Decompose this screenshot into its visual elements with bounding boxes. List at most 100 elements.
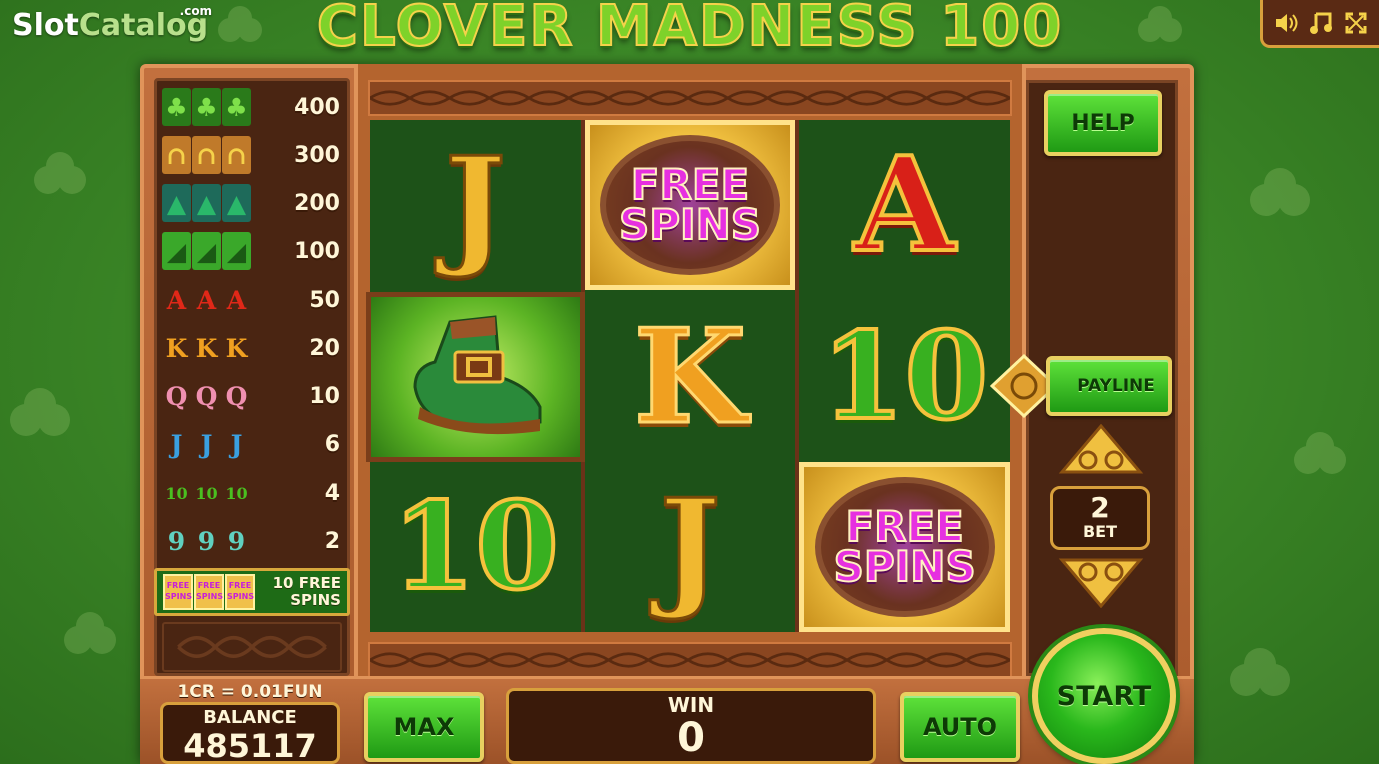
free-spins-payout: 10 FREE SPINS xyxy=(273,575,341,609)
paytable-symbol-horseshoe: ∩ xyxy=(222,136,251,174)
reel-cell xyxy=(366,292,585,462)
paytable-payout: 2 xyxy=(324,528,340,554)
reel-cell: 10 xyxy=(799,292,1010,462)
paytable-symbol-A: A xyxy=(166,285,187,315)
symbol-j: J xyxy=(443,128,507,281)
free-spins-text-line2: SPINS xyxy=(833,542,977,591)
symbol-10: 10 xyxy=(390,476,561,617)
free-spins-mini-symbol: FREE SPINS xyxy=(225,574,255,610)
win-display: WIN 0 xyxy=(506,688,876,764)
win-label: WIN xyxy=(667,693,715,717)
paytable-payout: 400 xyxy=(294,94,340,120)
free-spins-payout-line2: SPINS xyxy=(290,591,341,609)
paytable-symbol-boot: ◢ xyxy=(192,232,221,270)
paytable-symbol-K: K xyxy=(225,333,248,363)
bet-decrease-button[interactable] xyxy=(1054,552,1148,608)
paytable-symbols: AAA xyxy=(162,281,251,319)
paytable-payout: 4 xyxy=(324,480,340,506)
paytable-payout: 10 xyxy=(309,383,340,409)
start-spin-button[interactable]: START xyxy=(1032,628,1176,764)
free-spins-text-line1: FREE xyxy=(844,502,964,551)
reel-2: FREE SPINS K J xyxy=(584,120,796,632)
free-spins-mini-symbol: FREE SPINS xyxy=(163,574,193,610)
reel-cell: A xyxy=(799,120,1010,290)
speaker-icon[interactable] xyxy=(1272,9,1300,37)
max-bet-button[interactable]: MAX xyxy=(364,692,484,762)
watermark-slot: Slot xyxy=(12,8,79,43)
paytable-symbol-10: 10 xyxy=(165,483,188,503)
paytable-payout: 20 xyxy=(309,335,340,361)
payline-button[interactable]: PAYLINE xyxy=(1046,356,1172,416)
paytable-symbol-clover: ♣ xyxy=(192,88,221,126)
slotcatalog-watermark: SlotCatalog .com xyxy=(12,4,212,43)
paytable-symbol-boot: ◢ xyxy=(222,232,251,270)
paytable-symbols: 999 xyxy=(162,522,251,560)
game-title: CLOVER MADNESS 100 xyxy=(316,0,1064,60)
paytable-symbol-10: 10 xyxy=(225,483,248,503)
paytable-symbols: 10 10 10 xyxy=(162,474,251,512)
paytable-symbols: ♣ ♣ ♣ xyxy=(162,88,251,126)
free-spins-mini-symbol: FREE SPINS xyxy=(194,574,224,610)
reel-bottom-band xyxy=(368,642,1012,678)
reel-top-band xyxy=(368,80,1012,116)
paytable-symbol-Q: Q xyxy=(225,381,248,411)
autoplay-button[interactable]: AUTO xyxy=(900,692,1020,762)
paytable-symbol-9: 9 xyxy=(167,526,186,556)
symbol-j: J xyxy=(658,470,722,623)
reel-3: A 10 FREE SPINS xyxy=(799,120,1011,632)
help-button[interactable]: HELP xyxy=(1044,90,1162,156)
paytable-payout: 200 xyxy=(294,190,340,216)
paytable-symbol-leprechaun-hat: ▲ xyxy=(162,184,191,222)
paytable-row: 10 10 10 4 xyxy=(162,472,346,514)
paytable-symbol-clover: ♣ xyxy=(222,88,251,126)
free-spins-text-line2: SPINS xyxy=(618,200,762,249)
free-spins-paytable-row: FREE SPINS FREE SPINS FREE SPINS 10 FREE… xyxy=(154,568,350,616)
music-note-icon[interactable] xyxy=(1307,9,1335,37)
paytable-symbol-Q: Q xyxy=(165,381,188,411)
paytable-row: ▲ ▲ ▲ 200 xyxy=(162,182,346,224)
paytable-row: A A A 50 xyxy=(162,279,346,321)
symbol-10: 10 xyxy=(819,306,990,447)
celtic-knot-decoration xyxy=(162,622,342,672)
paytable-payout: 6 xyxy=(324,431,340,457)
reel-1: J 10 xyxy=(366,120,585,632)
fullscreen-icon[interactable] xyxy=(1342,9,1370,37)
paytable-symbol-horseshoe: ∩ xyxy=(192,136,221,174)
paytable-payout: 100 xyxy=(294,238,340,264)
balance-label: BALANCE xyxy=(203,707,297,728)
bet-increase-button[interactable] xyxy=(1054,424,1148,480)
reels-grid: J 10 FREE SPINS K J A 10 FREE SPINS xyxy=(366,120,1011,632)
paytable-row: 9992 xyxy=(162,520,346,562)
paytable-symbol-leprechaun-hat: ▲ xyxy=(222,184,251,222)
free-spins-text-line1: FREE xyxy=(630,160,750,209)
paytable-symbol-10: 10 xyxy=(195,483,218,503)
win-value: 0 xyxy=(677,715,705,761)
paytable-symbol-K: K xyxy=(195,333,218,363)
reel-cell: J xyxy=(370,120,581,290)
paytable-row: JJJ6 xyxy=(162,423,346,465)
leprechaun-boot-symbol xyxy=(413,315,542,435)
paytable-payout: 50 xyxy=(309,287,340,313)
symbol-a: A xyxy=(852,128,957,281)
free-spins-mini-symbols: FREE SPINS FREE SPINS FREE SPINS xyxy=(163,574,255,610)
credit-rate: 1CR = 0.01FUN xyxy=(177,682,323,702)
watermark-com: .com xyxy=(179,4,213,18)
paytable-symbols: ∩ ∩ ∩ xyxy=(162,136,251,174)
paytable-symbol-A: A xyxy=(196,285,217,315)
paytable-symbol-K: K xyxy=(165,333,188,363)
paytable-symbol-leprechaun-hat: ▲ xyxy=(192,184,221,222)
bet-value: 2 xyxy=(1090,491,1110,524)
paytable-payout: 300 xyxy=(294,142,340,168)
balance-value: 485117 xyxy=(183,727,317,764)
reel-cell: 10 xyxy=(370,462,581,632)
paytable-symbol-boot: ◢ xyxy=(162,232,191,270)
paytable-row: Q Q Q 10 xyxy=(162,375,346,417)
paytable-row: ∩ ∩ ∩ 300 xyxy=(162,134,346,176)
paytable-symbol-A: A xyxy=(226,285,247,315)
free-spins-scatter-symbol: FREE SPINS xyxy=(600,135,780,275)
audio-controls xyxy=(1260,0,1379,48)
bet-display: 2 BET xyxy=(1050,486,1150,550)
paytable-symbol-J: J xyxy=(170,429,183,459)
paytable-symbols: ◢ ◢ ◢ xyxy=(162,232,251,270)
paytable-symbol-9: 9 xyxy=(227,526,246,556)
